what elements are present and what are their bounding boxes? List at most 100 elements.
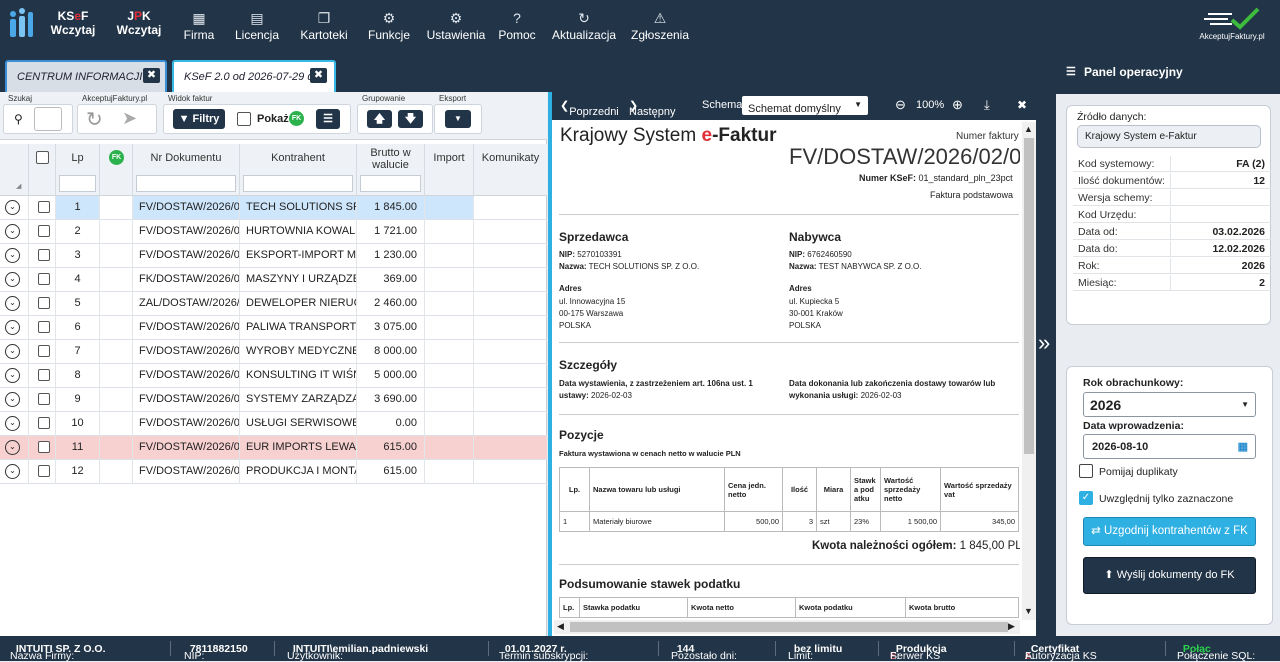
menu-pomoc[interactable]: ? Pomoc	[498, 0, 536, 50]
send-to-fk-button[interactable]: ⬆ Wyślij dokumenty do FK	[1083, 557, 1256, 594]
menu-licencja[interactable]: ▤ Licencja	[234, 0, 280, 50]
ksef-read-button[interactable]: KSeF Wczytaj	[50, 9, 96, 37]
row-checkbox[interactable]	[38, 273, 50, 285]
header-brutto[interactable]: Brutto w walucie	[357, 144, 425, 196]
jpk-read-button[interactable]: JPK Wczytaj	[116, 9, 162, 37]
table-row[interactable]: ⌄ 6 FV/DOSTAW/2026/02PALIWA TRANSPORTOW3 0…	[0, 316, 547, 340]
header-lp[interactable]: Lp	[56, 144, 100, 196]
chevron-down-icon[interactable]: ⌄	[5, 344, 20, 359]
row-checkbox[interactable]	[38, 201, 50, 213]
year-select[interactable]: 2026 ▼	[1083, 392, 1256, 417]
table-row[interactable]: ⌄ 5 ZAL/DOSTAW/2026/0DEWELOPER NIERUCHO2 4…	[0, 292, 547, 316]
table-row[interactable]: ⌄ 2 FV/DOSTAW/2026/02HURTOWNIA KOWALSK1 72…	[0, 220, 547, 244]
scroll-left-icon[interactable]: ◀	[557, 621, 564, 632]
table-row[interactable]: ⌄ 3 FV/DOSTAW/2026/02EKSPORT-IMPORT MAZ1 2…	[0, 244, 547, 268]
menu-zgloszenia[interactable]: ⚠ Zgłoszenia	[630, 0, 690, 50]
row-checkbox[interactable]	[38, 417, 50, 429]
filter-kontrahent-input[interactable]	[243, 175, 353, 192]
filter-nr-input[interactable]	[136, 175, 236, 192]
row-checkbox[interactable]	[38, 249, 50, 261]
menu-button[interactable]: ☰	[316, 109, 340, 129]
chevron-down-icon[interactable]: ⌄	[5, 200, 20, 215]
row-expand-cell: ⌄	[0, 316, 29, 339]
tab-centrum-informacji[interactable]: CENTRUM INFORMACJI ✖	[5, 60, 167, 92]
skip-duplicates-checkbox[interactable]	[1079, 464, 1093, 478]
row-checkbox[interactable]	[38, 321, 50, 333]
group-up-button[interactable]: 🡅	[367, 110, 392, 128]
zoom-out-icon[interactable]: ⊖	[895, 97, 906, 113]
row-checkbox[interactable]	[38, 441, 50, 453]
next-button[interactable]: Następny ❯	[629, 99, 675, 118]
row-checkbox[interactable]	[38, 369, 50, 381]
hscroll-thumb[interactable]	[570, 622, 1008, 632]
chevron-down-icon[interactable]: ⌄	[5, 248, 20, 263]
chevron-down-icon[interactable]: ⌄	[5, 464, 20, 479]
entry-date-input[interactable]: 2026-08-10 ▦	[1083, 434, 1256, 459]
menu-ustawienia[interactable]: ⚙ Ustawienia	[426, 0, 486, 50]
send-icon[interactable]: ➤	[122, 108, 137, 129]
search-icon[interactable]: ⚲	[14, 112, 23, 126]
header-nr-dokumentu[interactable]: Nr Dokumentu	[133, 144, 240, 196]
group-down-button[interactable]: 🡇	[398, 110, 423, 128]
chevron-down-icon[interactable]: ⌄	[5, 440, 20, 455]
row-checkbox[interactable]	[38, 297, 50, 309]
table-row[interactable]: ⌄ 8 FV/DOSTAW/2026/02KONSULTING IT WIŚNIE5…	[0, 364, 547, 388]
sync-icon[interactable]: ↻	[86, 107, 103, 132]
table-row[interactable]: ⌄ 12 FV/DOSTAW/2026/02 PRODUKCJA I MONTAŻ 61…	[0, 460, 547, 484]
export-dropdown-button[interactable]: ▼	[445, 110, 471, 128]
row-checkbox[interactable]	[38, 393, 50, 405]
vertical-scrollbar[interactable]: ▲ ▼	[1022, 122, 1036, 620]
close-icon[interactable]: ✖	[143, 68, 160, 83]
chevron-down-icon[interactable]: ⌄	[5, 416, 20, 431]
table-row[interactable]: ⌄ 10 FV/DOSTAW/2026/02USŁUGI SERWISOWE PI0…	[0, 412, 547, 436]
header-komunikaty[interactable]: Komunikaty	[474, 144, 547, 196]
chevron-down-icon[interactable]: ⌄	[5, 296, 20, 311]
match-contractors-button[interactable]: ⇄ Uzgodnij kontrahentów z FK	[1083, 517, 1256, 546]
panel-collapse-toggle[interactable]: »	[1036, 50, 1056, 636]
table-row[interactable]: ⌄ 9 FV/DOSTAW/2026/02SYSTEMY ZARZĄDZANI.3 …	[0, 388, 547, 412]
chevron-down-icon[interactable]: ⌄	[5, 224, 20, 239]
show-fk-checkbox[interactable]	[237, 112, 251, 126]
chevron-down-icon[interactable]: ⌄	[5, 320, 20, 335]
row-expand-cell: ⌄	[0, 388, 29, 411]
calendar-icon[interactable]: ▦	[1238, 440, 1248, 453]
row-checkbox[interactable]	[38, 465, 50, 477]
filter-brutto-input[interactable]	[360, 175, 421, 192]
chevron-down-icon[interactable]: ⌄	[5, 392, 20, 407]
table-row[interactable]: ⌄ 4 FK/DOSTAW/2026/02 MASZYNY I URZĄDZEN 369…	[0, 268, 547, 292]
schema-select[interactable]: Schemat domyślny ▼	[742, 96, 868, 115]
scroll-down-icon[interactable]: ▼	[1024, 606, 1033, 616]
header-import[interactable]: Import	[425, 144, 474, 196]
search-input[interactable]	[34, 107, 62, 131]
scroll-thumb[interactable]	[1024, 138, 1034, 454]
zoom-in-icon[interactable]: ⊕	[952, 97, 963, 113]
only-checked-checkbox[interactable]: ✓	[1079, 491, 1093, 505]
grid-toolbar: Szukaj ⚲ AkceptujFaktury.pl ↻ ➤ Widok fa…	[0, 92, 547, 140]
close-viewer-icon[interactable]: ✖	[1017, 98, 1027, 112]
close-icon[interactable]: ✖	[310, 68, 327, 83]
row-checkbox[interactable]	[38, 345, 50, 357]
filters-button[interactable]: ▼ Filtry	[173, 109, 225, 129]
menu-aktualizacja[interactable]: ↻ Aktualizacja	[552, 0, 616, 50]
tab-ksef[interactable]: KSeF 2.0 od 2026-07-29 do ✖	[172, 60, 336, 92]
horizontal-scrollbar[interactable]: ◀ ▶	[554, 620, 1020, 634]
row-brutto: 3 690.00	[357, 388, 425, 411]
menu-kartoteki[interactable]: ❐ Kartoteki	[298, 0, 350, 50]
info-key: Data do:	[1078, 243, 1118, 255]
prev-button[interactable]: ❮ Poprzedni	[560, 99, 619, 118]
table-row[interactable]: ⌄ 11 FV/DOSTAW/2026/02EUR IMPORTS LEWAND61…	[0, 436, 547, 460]
table-row[interactable]: ⌄ 7 FV/DOSTAW/2026/02WYROBY MEDYCZNE ZI8 0…	[0, 340, 547, 364]
table-row[interactable]: ⌄ 1 FV/DOSTAW/2026/02TECH SOLUTIONS SP. Z1…	[0, 196, 547, 220]
menu-funkcje[interactable]: ⚙ Funkcje	[366, 0, 412, 50]
filter-lp-input[interactable]	[59, 175, 96, 192]
chevron-down-icon[interactable]: ⌄	[5, 272, 20, 287]
header-fk[interactable]: FK	[100, 144, 133, 196]
scroll-right-icon[interactable]: ▶	[1008, 621, 1015, 632]
menu-firma[interactable]: ▦ Firma	[180, 0, 218, 50]
download-icon[interactable]: ⤓	[984, 97, 990, 113]
header-kontrahent[interactable]: Kontrahent	[240, 144, 357, 196]
chevron-down-icon[interactable]: ⌄	[5, 368, 20, 383]
row-checkbox[interactable]	[38, 225, 50, 237]
scroll-up-icon[interactable]: ▲	[1024, 124, 1033, 134]
select-all-checkbox[interactable]	[36, 151, 49, 164]
